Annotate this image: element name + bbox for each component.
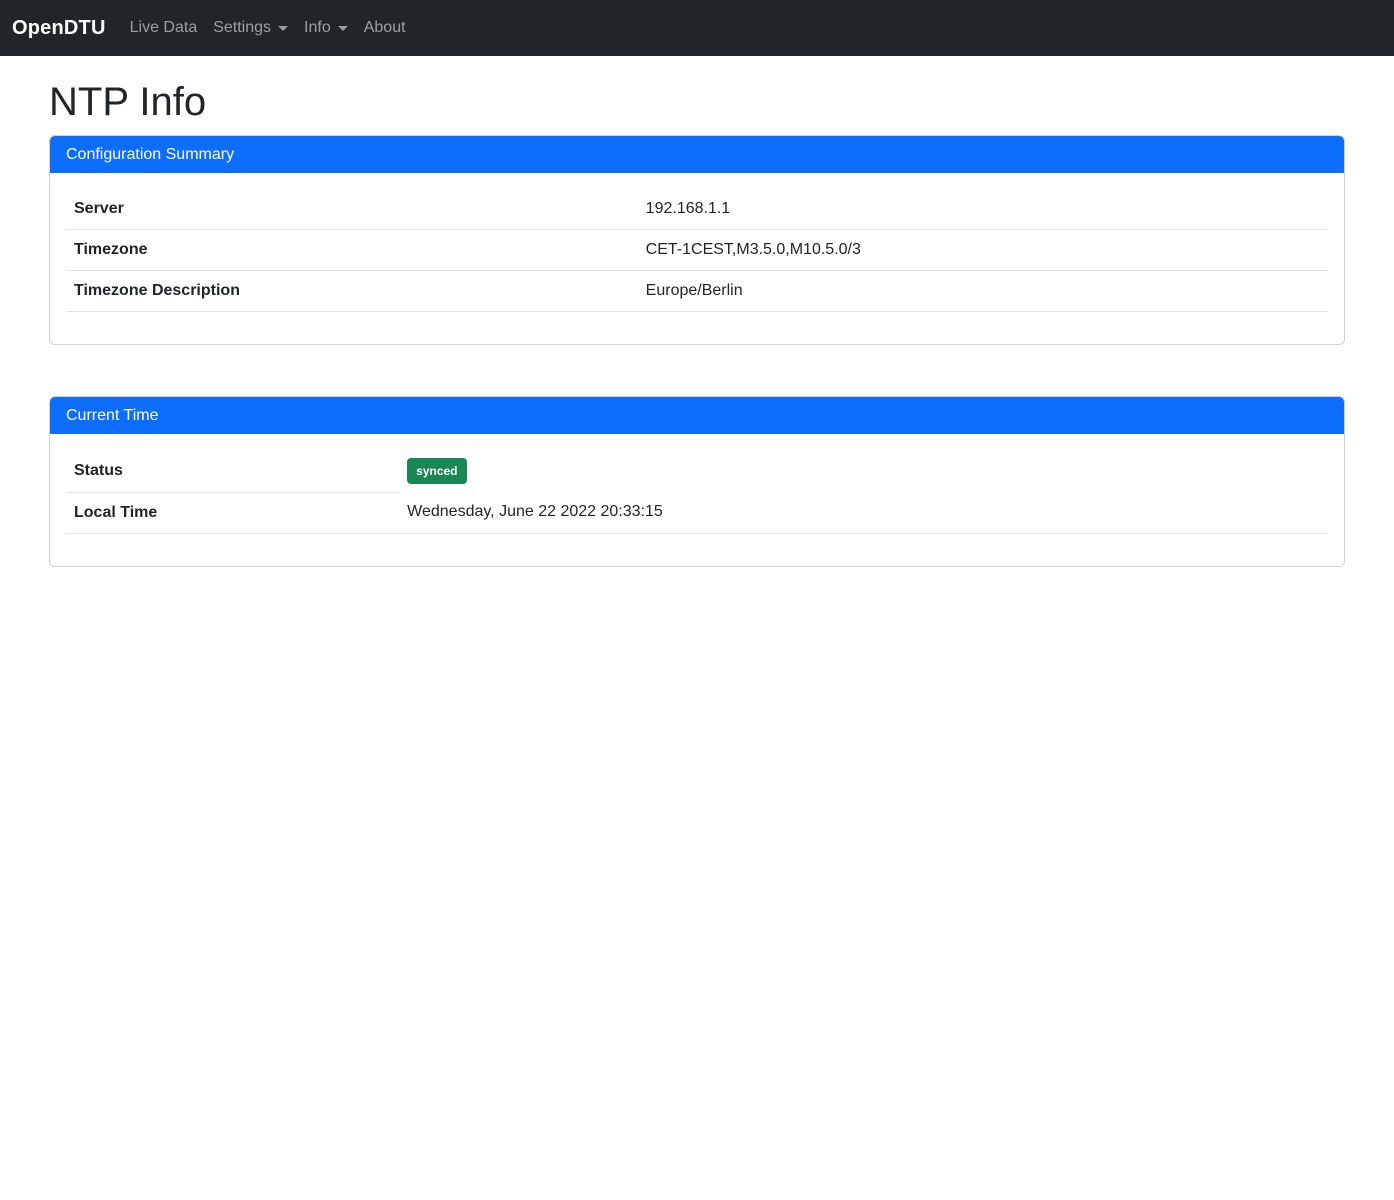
nav-item-about[interactable]: About xyxy=(356,11,414,45)
row-value: CET-1CEST,M3.5.0,M10.5.0/3 xyxy=(638,230,1328,271)
nav-item-info-label: Info xyxy=(304,19,331,37)
row-label: Timezone xyxy=(66,230,638,271)
nav-item-info[interactable]: Info xyxy=(296,11,356,45)
row-value: Wednesday, June 22 2022 20:33:15 xyxy=(399,492,1328,533)
row-label: Timezone Description xyxy=(66,271,638,312)
current-time-table: Status synced Local Time Wednesday, June… xyxy=(66,450,1328,534)
configuration-summary-body: Server 192.168.1.1 Timezone CET-1CEST,M3… xyxy=(50,173,1344,344)
row-label: Local Time xyxy=(66,492,399,533)
row-value: 192.168.1.1 xyxy=(638,189,1328,230)
page-title: NTP Info xyxy=(49,78,1345,126)
table-row: Timezone CET-1CEST,M3.5.0,M10.5.0/3 xyxy=(66,230,1328,271)
current-time-body: Status synced Local Time Wednesday, June… xyxy=(50,434,1344,566)
row-value: synced xyxy=(399,450,1328,492)
main-content: NTP Info Configuration Summary Server 19… xyxy=(49,56,1345,567)
nav-item-settings-label: Settings xyxy=(213,19,271,37)
page-root: OpenDTU Live Data Settings Info About NT… xyxy=(0,0,1394,1200)
table-row: Timezone Description Europe/Berlin xyxy=(66,271,1328,312)
table-row: Local Time Wednesday, June 22 2022 20:33… xyxy=(66,492,1328,533)
row-label: Server xyxy=(66,189,638,230)
chevron-down-icon xyxy=(338,26,348,31)
navbar-brand[interactable]: OpenDTU xyxy=(12,13,106,44)
configuration-summary-card: Configuration Summary Server 192.168.1.1… xyxy=(49,135,1345,345)
navbar-links: Live Data Settings Info About xyxy=(122,11,414,45)
configuration-summary-header: Configuration Summary xyxy=(50,136,1344,173)
configuration-summary-table: Server 192.168.1.1 Timezone CET-1CEST,M3… xyxy=(66,189,1328,312)
row-value: Europe/Berlin xyxy=(638,271,1328,312)
table-row: Server 192.168.1.1 xyxy=(66,189,1328,230)
nav-item-live-data[interactable]: Live Data xyxy=(122,11,206,45)
table-row: Status synced xyxy=(66,450,1328,492)
nav-item-settings[interactable]: Settings xyxy=(205,11,296,45)
chevron-down-icon xyxy=(278,26,288,31)
navbar: OpenDTU Live Data Settings Info About xyxy=(0,0,1394,56)
row-label: Status xyxy=(66,450,399,492)
current-time-header: Current Time xyxy=(50,397,1344,434)
status-badge: synced xyxy=(407,458,466,484)
current-time-card: Current Time Status synced Local Time We… xyxy=(49,396,1345,567)
